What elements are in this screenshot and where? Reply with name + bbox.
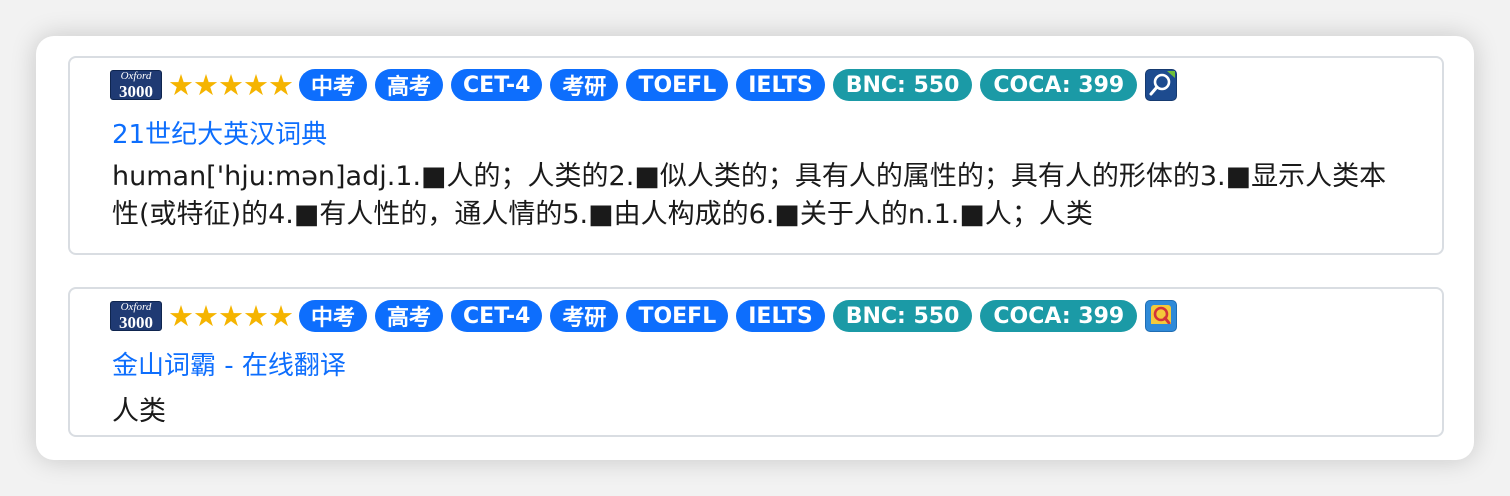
tag-toefl: TOEFL xyxy=(626,69,729,101)
oxford-number: 3000 xyxy=(119,81,153,101)
iciba-translate-icon[interactable] xyxy=(1145,300,1178,332)
tag-ielts: IELTS xyxy=(736,69,825,101)
tag-gaokao: 高考 xyxy=(375,69,444,101)
definition-text: human['hju:mən]adj.1.■人的；人类的2.■似人类的；具有人的… xyxy=(112,161,1387,230)
rating-stars-icon: ★★★★★ xyxy=(168,298,294,333)
dictionary-source-link[interactable]: 21世纪大英汉词典 xyxy=(112,114,327,151)
tag-cet4: CET-4 xyxy=(451,300,543,332)
tag-bnc: BNC: 550 xyxy=(832,69,973,101)
tag-row: Oxford 3000 ★★★★★ 中考 高考 CET-4 考研 TOEFL I… xyxy=(110,67,1178,102)
tag-zhongkao: 中考 xyxy=(299,69,368,101)
dictionary-entry-card: Oxford 3000 ★★★★★ 中考 高考 CET-4 考研 TOEFL I… xyxy=(68,287,1444,437)
magnifier-dictionary-icon[interactable] xyxy=(1145,69,1178,101)
dictionary-popup: Oxford 3000 ★★★★★ 中考 高考 CET-4 考研 TOEFL I… xyxy=(36,36,1474,460)
definition-text: 人类 xyxy=(112,396,166,427)
oxford-3000-badge-icon: Oxford 3000 xyxy=(110,301,162,331)
tag-gaokao: 高考 xyxy=(375,300,444,332)
tag-kaoyan: 考研 xyxy=(550,69,619,101)
oxford-3000-badge-icon: Oxford 3000 xyxy=(110,70,162,100)
tag-cet4: CET-4 xyxy=(451,69,543,101)
dictionary-source-link[interactable]: 金山词霸 - 在线翻译 xyxy=(112,345,346,382)
tag-coca: COCA: 399 xyxy=(980,300,1138,332)
tag-ielts: IELTS xyxy=(736,300,825,332)
dictionary-entry-card: Oxford 3000 ★★★★★ 中考 高考 CET-4 考研 TOEFL I… xyxy=(68,56,1444,255)
tag-coca: COCA: 399 xyxy=(980,69,1138,101)
tag-zhongkao: 中考 xyxy=(299,300,368,332)
oxford-number: 3000 xyxy=(119,312,153,332)
tag-kaoyan: 考研 xyxy=(550,300,619,332)
oxford-label: Oxford xyxy=(120,300,152,313)
rating-stars-icon: ★★★★★ xyxy=(168,67,294,102)
oxford-label: Oxford xyxy=(120,69,152,82)
tag-bnc: BNC: 550 xyxy=(832,300,973,332)
tag-toefl: TOEFL xyxy=(626,300,729,332)
tag-row: Oxford 3000 ★★★★★ 中考 高考 CET-4 考研 TOEFL I… xyxy=(110,298,1178,333)
